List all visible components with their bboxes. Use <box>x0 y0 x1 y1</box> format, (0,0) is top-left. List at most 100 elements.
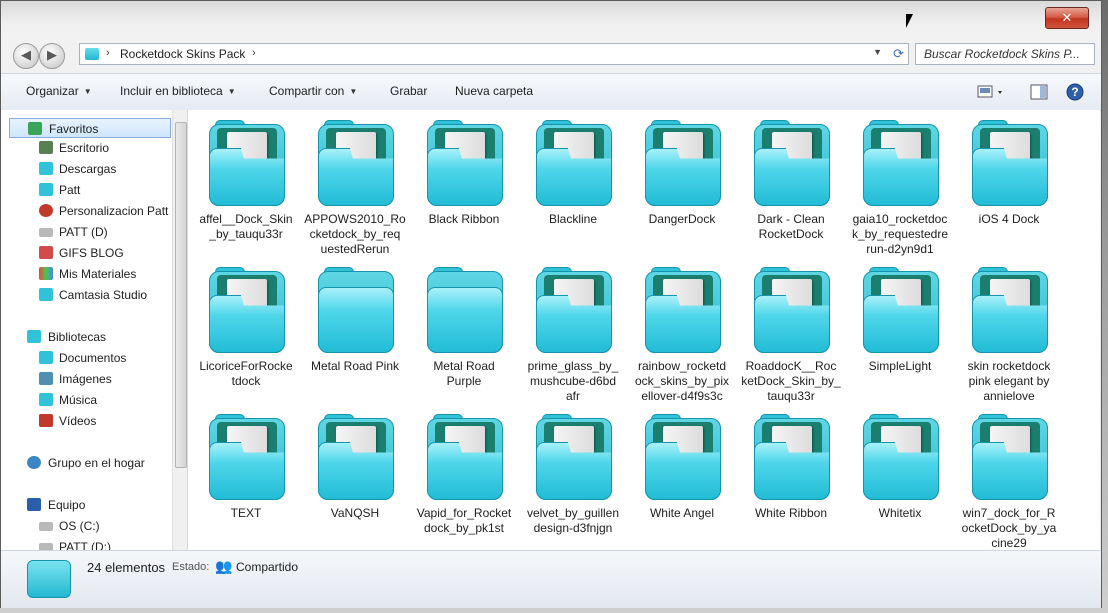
music-icon <box>39 393 53 406</box>
folder-icon <box>427 267 503 353</box>
burn-button[interactable]: Grabar <box>390 84 427 98</box>
folder-item[interactable]: affel__Dock_Skin _by_tauqu33r <box>193 114 299 259</box>
sidebar-item-patt-d[interactable]: PATT (D) <box>1 222 171 242</box>
folder-item-label-line: White Ribbon <box>754 506 828 520</box>
sidebar-item-camtasia[interactable]: Camtasia Studio <box>1 285 171 305</box>
sidebar-item-patt-drive[interactable]: PATT (D:) <box>1 537 171 550</box>
folder-item[interactable]: SimpleLight <box>847 261 953 406</box>
sidebar-item-documentos[interactable]: Documentos <box>1 348 171 368</box>
folder-item[interactable]: win7_dock_for_R ocketDock_by_ya cine29 <box>956 408 1062 550</box>
folder-item-label: Metal Road Pink <box>302 359 408 374</box>
folder-item[interactable]: VaNQSH <box>302 408 408 550</box>
folder-item-label-line: SimpleLight <box>868 359 932 373</box>
folder-icon <box>39 288 53 301</box>
view-options-icon[interactable] <box>976 82 1002 102</box>
folder-item-label-line: iOS 4 Dock <box>978 212 1040 226</box>
folder-item-label-line: Vapid_for_Rocket <box>416 506 512 520</box>
sidebar-item-videos[interactable]: Vídeos <box>1 411 171 431</box>
search-input[interactable]: Buscar Rocketdock Skins P... <box>915 43 1095 65</box>
folder-item[interactable]: APPOWS2010_Ro cketdock_by_req uestedRerun <box>302 114 408 259</box>
organize-button[interactable]: Organizar ▼ <box>26 84 92 98</box>
folder-icon <box>754 414 830 500</box>
back-button[interactable]: ◀ <box>13 43 39 69</box>
sidebar-item-patt[interactable]: Patt <box>1 180 171 200</box>
folder-item-label-line: run-d2yn9d1 <box>866 242 934 256</box>
folder-icon <box>39 162 53 175</box>
sidebar-item-mis-materiales[interactable]: Mis Materiales <box>1 264 171 284</box>
sidebar-item-personalizacion[interactable]: Personalizacion Patt <box>1 201 171 221</box>
folder-item-label-line: tdock <box>231 374 261 388</box>
folder-item[interactable]: iOS 4 Dock <box>956 114 1062 259</box>
sidebar-item-homegroup[interactable]: Grupo en el hogar <box>1 453 171 473</box>
folder-item-label: Whitetix <box>847 506 953 521</box>
folder-item-label: APPOWS2010_Ro cketdock_by_req uestedRerun <box>302 212 408 257</box>
sidebar-scrollbar[interactable] <box>172 110 187 550</box>
title-bar[interactable]: ✕ <box>1 1 1101 37</box>
share-button[interactable]: Compartir con ▼ <box>269 84 357 98</box>
scrollbar-thumb[interactable] <box>175 122 187 468</box>
state-label: Estado: <box>172 561 210 573</box>
folder-item[interactable]: White Angel <box>629 408 735 550</box>
address-bar[interactable]: › Rocketdock Skins Pack › ▼ ⟳ <box>79 43 909 65</box>
sidebar-item-musica[interactable]: Música <box>1 390 171 410</box>
breadcrumb-separator-end[interactable]: › <box>252 47 256 59</box>
folder-item[interactable]: gaia10_rocketdoc k_by_requestedre run-d2yn… <box>847 114 953 259</box>
chevron-down-icon: ▼ <box>349 87 358 96</box>
folder-item[interactable]: Black Ribbon <box>411 114 517 259</box>
breadcrumb-current[interactable]: Rocketdock Skins Pack <box>120 47 245 61</box>
folder-item[interactable]: prime_glass_by_ mushcube-d6bd afr <box>520 261 626 406</box>
folder-item-label-line: affel__Dock_Skin <box>199 212 293 226</box>
breadcrumb-separator[interactable]: › <box>106 47 110 59</box>
folder-item-label-line: DangerDock <box>648 212 716 226</box>
folder-item[interactable]: Metal Road Purple <box>411 261 517 406</box>
folder-item[interactable]: DangerDock <box>629 114 735 259</box>
folder-item-label-line: LicoriceForRocke <box>199 359 293 373</box>
folder-item-label-line: ocketDock_by_ya <box>961 521 1057 535</box>
sidebar-item-descargas[interactable]: Descargas <box>1 159 171 179</box>
folder-item[interactable]: Metal Road Pink <box>302 261 408 406</box>
folder-item[interactable]: Blackline <box>520 114 626 259</box>
folder-item[interactable]: Vapid_for_Rocket dock_by_pk1st <box>411 408 517 550</box>
include-library-button[interactable]: Incluir en biblioteca ▼ <box>120 84 236 98</box>
folder-icon <box>318 414 394 500</box>
new-folder-button[interactable]: Nueva carpeta <box>455 84 533 98</box>
close-button[interactable]: ✕ <box>1045 7 1089 29</box>
folder-item-label-line: rainbow_rocketd <box>637 359 727 373</box>
folder-item-label: SimpleLight <box>847 359 953 374</box>
folder-icon <box>536 120 612 206</box>
folder-icon <box>536 267 612 353</box>
drive-icon <box>39 228 53 237</box>
folder-item[interactable]: TEXT <box>193 408 299 550</box>
refresh-icon[interactable]: ⟳ <box>893 46 904 62</box>
sidebar-item-favorites[interactable]: Favoritos <box>9 118 171 138</box>
address-dropdown-icon[interactable]: ▼ <box>873 47 882 57</box>
folder-icon <box>863 120 939 206</box>
folder-item-label-line: uestedRerun <box>320 242 390 256</box>
folder-item[interactable]: velvet_by_guillen design-d3fnjgn <box>520 408 626 550</box>
folder-item[interactable]: rainbow_rocketd ock_skins_by_pix ellover-d… <box>629 261 735 406</box>
sidebar-item-gifs-blog[interactable]: GIFS BLOG <box>1 243 171 263</box>
help-icon[interactable]: ? <box>1065 82 1085 102</box>
folder-item-label-line: RoaddocK__Roc <box>745 359 837 373</box>
sidebar-item-imagenes[interactable]: Imágenes <box>1 369 171 389</box>
sidebar-item-equipo[interactable]: Equipo <box>1 495 171 515</box>
folder-icon <box>645 414 721 500</box>
sidebar-item-escritorio[interactable]: Escritorio <box>1 138 171 158</box>
folder-item[interactable]: Whitetix <box>847 408 953 550</box>
folder-item[interactable]: Dark - Clean RocketDock <box>738 114 844 259</box>
folder-item-label: velvet_by_guillen design-d3fnjgn <box>520 506 626 536</box>
forward-button[interactable]: ▶ <box>39 43 65 69</box>
folder-item-label-line: dock_by_pk1st <box>423 521 505 535</box>
preview-pane-icon[interactable] <box>1029 82 1049 102</box>
folder-item[interactable]: LicoriceForRocke tdock <box>193 261 299 406</box>
folder-item-label: affel__Dock_Skin _by_tauqu33r <box>193 212 299 242</box>
folder-item-label: Metal Road Purple <box>411 359 517 389</box>
pictures-icon <box>39 372 53 385</box>
folder-item-label-line: _by_tauqu33r <box>209 227 283 241</box>
sidebar-item-bibliotecas[interactable]: Bibliotecas <box>1 327 171 347</box>
folder-item-label: Dark - Clean RocketDock <box>738 212 844 242</box>
folder-item[interactable]: RoaddocK__Roc ketDock_Skin_by_ tauqu33r <box>738 261 844 406</box>
folder-item[interactable]: skin rocketdock pink elegant by annielove <box>956 261 1062 406</box>
sidebar-item-os-c[interactable]: OS (C:) <box>1 516 171 536</box>
folder-item[interactable]: White Ribbon <box>738 408 844 550</box>
